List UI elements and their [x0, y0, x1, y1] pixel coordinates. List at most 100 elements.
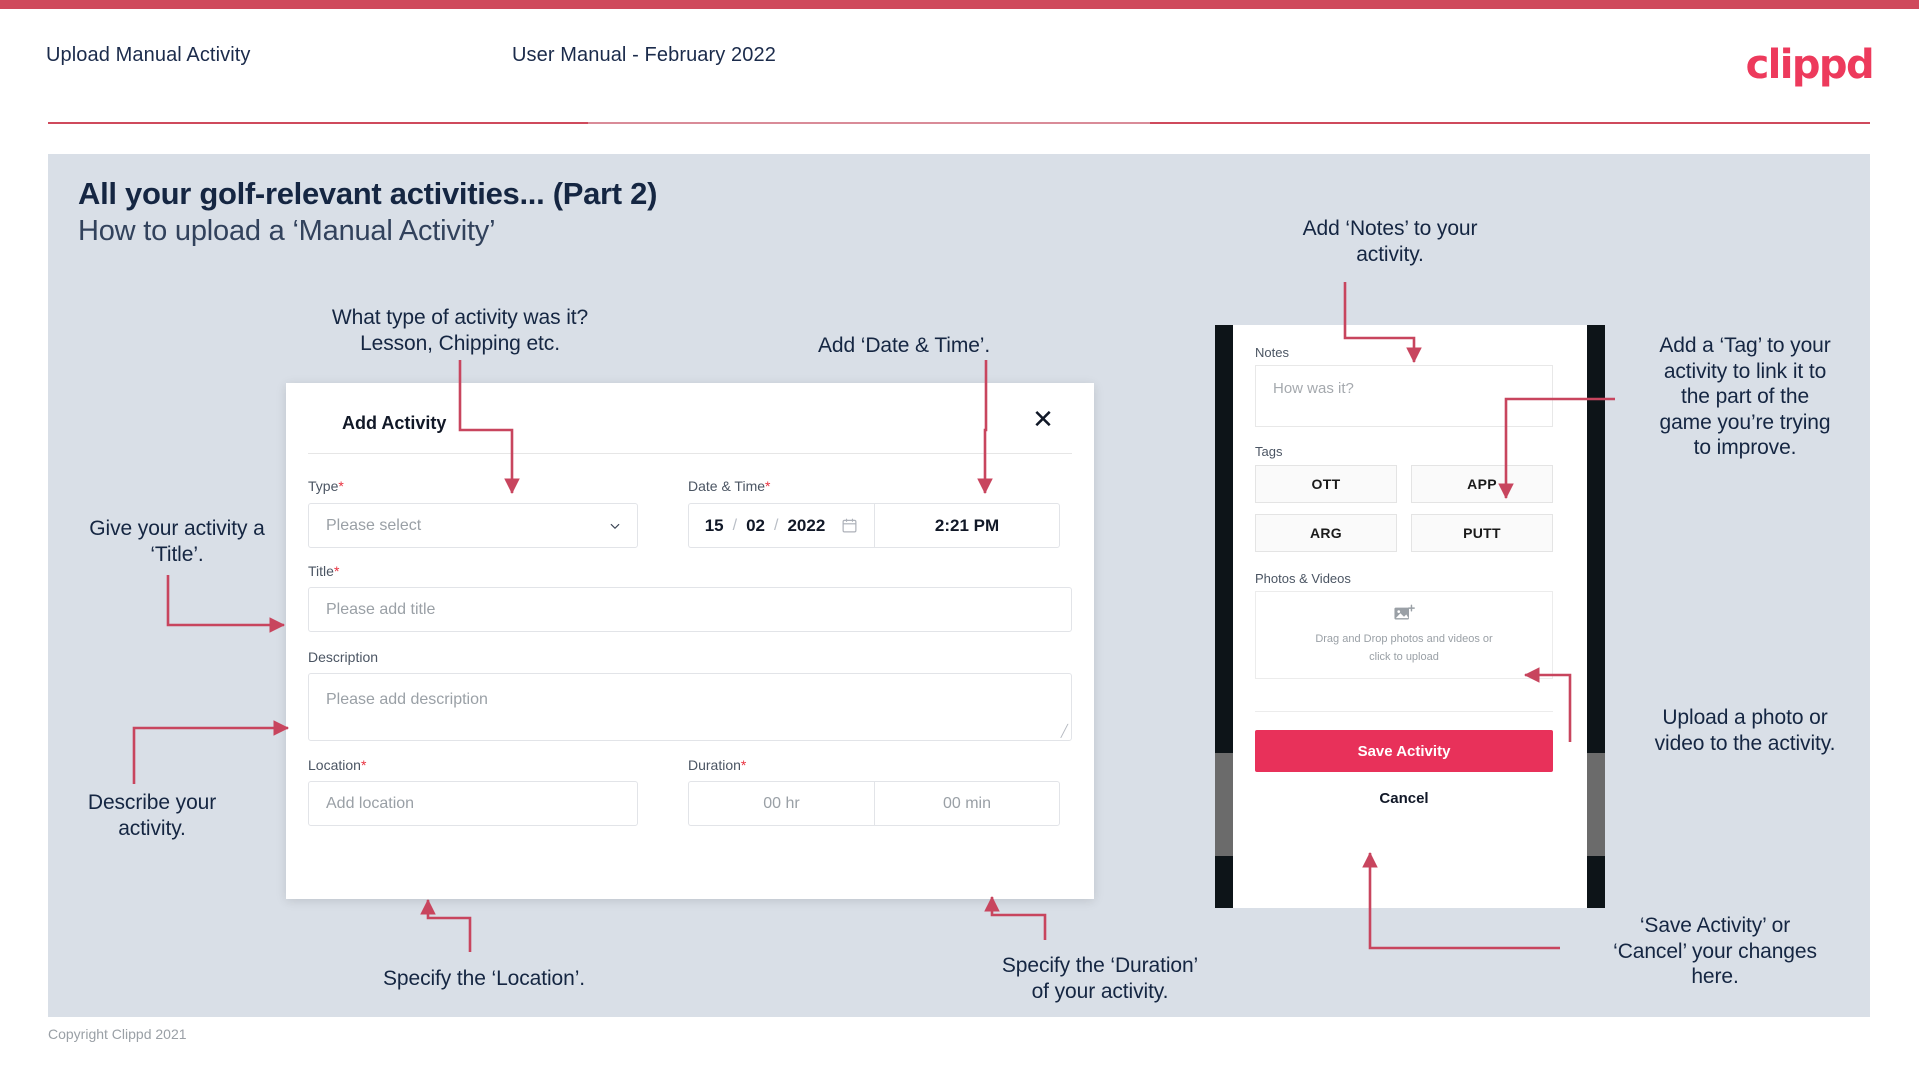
- time-value: 2:21 PM: [934, 515, 1000, 535]
- title-required-mark: *: [333, 563, 340, 579]
- add-activity-dialog: Add Activity ✕ Type* Please select Date …: [286, 383, 1094, 899]
- annotation-description: Describe your activity.: [42, 790, 262, 841]
- duration-minutes-input[interactable]: 00 min: [874, 781, 1060, 826]
- chevron-down-icon: [610, 523, 620, 529]
- dialog-header-divider: [308, 453, 1072, 454]
- slide-page: Upload Manual Activity User Manual - Feb…: [0, 0, 1919, 1079]
- annotation-save-cancel: ‘Save Activity’ or ‘Cancel’ your changes…: [1565, 913, 1865, 990]
- annotation-description-line-2: activity.: [118, 816, 186, 840]
- annotation-description-line-1: Describe your: [87, 791, 217, 814]
- tags-label: Tags: [1255, 444, 1283, 459]
- annotation-tag: Add a ‘Tag’ to your activity to link it …: [1620, 333, 1870, 461]
- annotation-save-line-1: ‘Save Activity’ or: [1639, 914, 1791, 937]
- annotation-tag-line-1: Add a ‘Tag’ to your: [1659, 334, 1831, 357]
- phone-screen: Notes How was it? Tags OTT APP ARG PUTT …: [1233, 325, 1587, 908]
- tag-button-app[interactable]: APP: [1411, 465, 1553, 503]
- time-input[interactable]: 2:21 PM: [874, 503, 1060, 548]
- annotation-duration: Specify the ‘Duration’ of your activity.: [955, 953, 1245, 1004]
- top-accent-bar: [0, 0, 1919, 9]
- annotation-notes-line-1: Add ‘Notes’ to your: [1302, 217, 1478, 240]
- header-divider-right: [1150, 122, 1870, 124]
- type-select[interactable]: Please select: [308, 503, 638, 548]
- location-placeholder: Add location: [326, 794, 415, 812]
- resize-grip-icon[interactable]: ╱: [1061, 724, 1068, 738]
- annotation-tag-line-5: to improve.: [1693, 436, 1797, 460]
- phone-mockup: Notes How was it? Tags OTT APP ARG PUTT …: [1215, 325, 1605, 908]
- header-divider-mid: [588, 122, 1150, 124]
- annotation-title-line-1: Give your activity a: [89, 517, 265, 540]
- clippd-logo: clippd: [1745, 42, 1875, 88]
- annotation-type: What type of activity was it? Lesson, Ch…: [300, 305, 620, 356]
- date-month: 02: [746, 515, 765, 535]
- annotation-duration-line-1: Specify the ‘Duration’: [1001, 954, 1199, 977]
- date-sep-2: /: [774, 516, 779, 534]
- annotation-notes: Add ‘Notes’ to your activity.: [1245, 216, 1535, 267]
- annotation-title: Give your activity a ‘Title’.: [42, 516, 312, 567]
- annotation-tag-line-4: game you’re trying: [1659, 410, 1831, 434]
- annotation-duration-line-2: of your activity.: [1031, 979, 1169, 1003]
- annotation-title-line-2: ‘Title’.: [150, 542, 204, 566]
- photo-drop-zone[interactable]: Drag and Drop photos and videos or click…: [1255, 591, 1553, 679]
- phone-bezel-right-grey: [1587, 753, 1605, 856]
- dialog-title: Add Activity: [342, 413, 447, 433]
- datetime-required-mark: *: [765, 478, 771, 494]
- type-label: Type*: [308, 478, 344, 494]
- tag-button-arg[interactable]: ARG: [1255, 514, 1397, 552]
- cancel-button[interactable]: Cancel: [1255, 790, 1553, 807]
- calendar-icon[interactable]: [841, 517, 858, 534]
- date-year: 2022: [787, 515, 826, 535]
- annotation-tag-line-3: the part of the: [1680, 385, 1810, 409]
- notes-label: Notes: [1255, 345, 1289, 360]
- tag-button-putt[interactable]: PUTT: [1411, 514, 1553, 552]
- save-activity-button[interactable]: Save Activity: [1255, 730, 1553, 772]
- title-input[interactable]: Please add title: [308, 587, 1072, 632]
- duration-label: Duration*: [688, 757, 746, 773]
- annotation-tag-line-2: activity to link it to: [1663, 359, 1827, 383]
- datetime-label: Date & Time*: [688, 478, 770, 494]
- duration-hours-input[interactable]: 00 hr: [688, 781, 874, 826]
- duration-label-text: Duration: [688, 757, 741, 773]
- date-day: 15: [704, 515, 724, 535]
- annotation-location: Specify the ‘Location’.: [383, 967, 585, 990]
- header-subtitle: User Manual - February 2022: [512, 44, 776, 66]
- drop-zone-text: Drag and Drop photos and videos or click…: [1315, 631, 1492, 665]
- title-placeholder: Please add title: [326, 600, 436, 618]
- drop-zone-line-1: Drag and Drop photos and videos or: [1315, 633, 1493, 646]
- annotation-save-line-3: here.: [1691, 965, 1739, 989]
- type-label-text: Type: [308, 478, 339, 494]
- location-label-text: Location: [308, 757, 361, 773]
- photos-label: Photos & Videos: [1255, 571, 1351, 586]
- notes-placeholder: How was it?: [1273, 380, 1354, 397]
- annotation-datetime: Add ‘Date & Time’.: [818, 334, 991, 357]
- phone-divider: [1255, 711, 1553, 712]
- location-input[interactable]: Add location: [308, 781, 638, 826]
- date-input[interactable]: 15 / 02 / 2022: [688, 503, 874, 548]
- close-icon[interactable]: ✕: [1028, 405, 1058, 435]
- location-label: Location*: [308, 757, 366, 773]
- drop-zone-line-2: click to upload: [1369, 650, 1439, 663]
- datetime-group: 15 / 02 / 2022 2:21 PM: [688, 503, 1060, 548]
- date-sep-1: /: [732, 516, 738, 534]
- datetime-label-text: Date & Time: [688, 478, 766, 494]
- header-divider-left: [48, 122, 588, 124]
- phone-bezel-left-grey: [1215, 753, 1233, 856]
- slide-subtitle: How to upload a ‘Manual Activity’: [78, 215, 496, 247]
- duration-required-mark: *: [740, 757, 747, 773]
- annotation-upload-line-2: video to the activity.: [1654, 731, 1836, 755]
- description-placeholder: Please add description: [326, 691, 488, 708]
- annotation-upload: Upload a photo or video to the activity.: [1620, 705, 1870, 756]
- annotation-upload-line-1: Upload a photo or: [1662, 706, 1828, 729]
- annotation-save-line-2: ‘Cancel’ your changes: [1613, 939, 1817, 963]
- footer-copyright: Copyright Clippd 2021: [48, 1026, 187, 1042]
- type-required-mark: *: [338, 478, 344, 494]
- annotation-type-line-2: Lesson, Chipping etc.: [360, 331, 560, 355]
- tag-button-ott[interactable]: OTT: [1255, 465, 1397, 503]
- duration-group: 00 hr 00 min: [688, 781, 1060, 826]
- annotation-notes-line-2: activity.: [1356, 242, 1424, 266]
- type-placeholder: Please select: [326, 516, 422, 534]
- add-image-icon: [1394, 605, 1415, 620]
- header-title: Upload Manual Activity: [46, 44, 251, 66]
- description-textarea[interactable]: Please add description ╱: [308, 673, 1072, 741]
- location-required-mark: *: [360, 757, 367, 773]
- annotation-type-line-1: What type of activity was it?: [331, 306, 589, 329]
